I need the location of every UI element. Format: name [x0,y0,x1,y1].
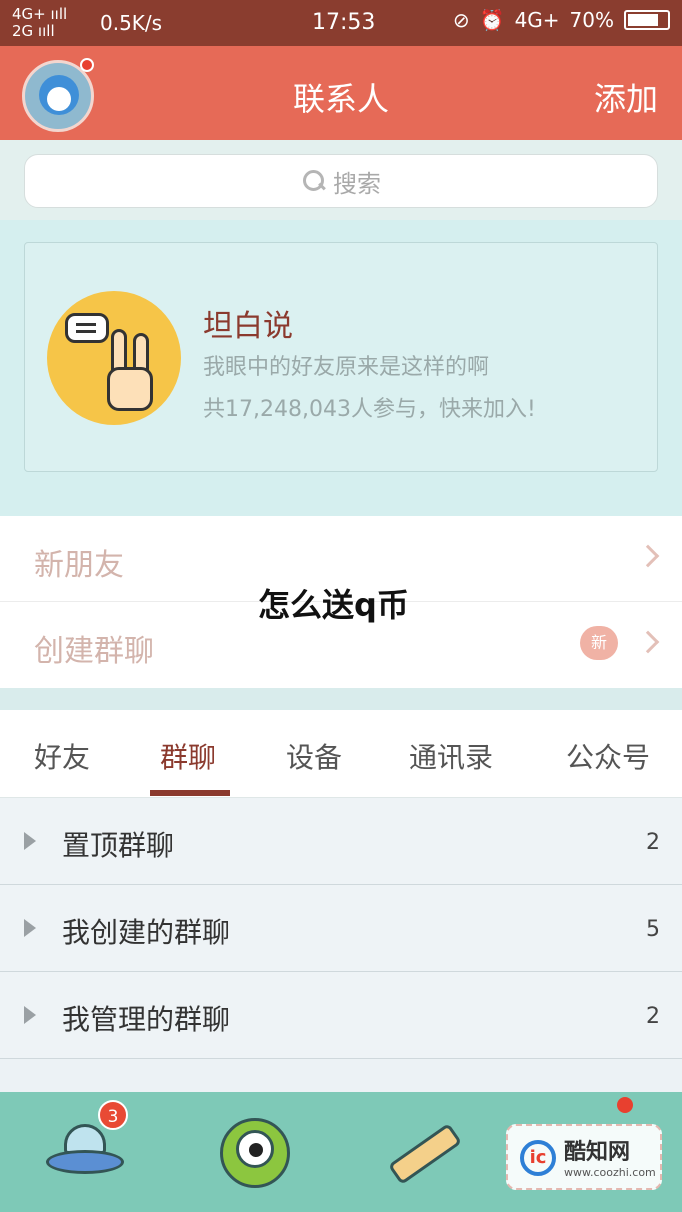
tab-devices[interactable]: 设备 [286,736,342,776]
contact-tabs: 好友 群聊 设备 通讯录 公众号 [0,710,682,798]
telescope-icon [387,1122,463,1186]
clock: 17:53 [312,10,376,35]
list-item[interactable]: 我创建的群聊 5 [0,885,682,972]
group-count: 5 [646,917,660,942]
tab-friends[interactable]: 好友 [34,736,90,776]
add-button[interactable]: 添加 [594,74,658,120]
group-category-label: 我管理的群聊 [62,1003,231,1036]
speech-bubble-icon [65,313,109,343]
group-category-label: 置顶群聊 [62,829,175,862]
active-tab-indicator [150,790,230,796]
promo-area: 坦白说 我眼中的好友原来是这样的啊 共17,248,043人参与，快来加入! [0,220,682,516]
battery-icon [624,10,670,30]
promo-subtitle: 我眼中的好友原来是这样的啊 [203,355,490,380]
confession-hand-icon [47,291,181,425]
expand-arrow-icon [24,832,36,850]
nav-discover[interactable] [380,1108,470,1198]
overlay-caption: 怎么送q币 [258,586,409,624]
status-bar: 4G+ ııll 2G ııll 0.5K/s 17:53 ⊘ ⏰ 4G+ 70… [0,0,682,46]
watermark-logo: ic [520,1140,556,1176]
list-item[interactable]: 置顶群聊 2 [0,798,682,885]
group-category-label: 我创建的群聊 [62,916,231,949]
battery-percent: 70% [569,8,614,32]
chevron-right-icon [636,630,660,654]
unread-badge: 3 [98,1100,128,1130]
app-header: 联系人 添加 [0,46,682,140]
network-top: 4G+ ııll [12,5,68,23]
nav-contacts[interactable] [210,1108,300,1198]
promo-card[interactable]: 坦白说 我眼中的好友原来是这样的啊 共17,248,043人参与，快来加入! [24,242,658,472]
list-item[interactable]: 我管理的群聊 2 [0,972,682,1059]
mute-icon: ⊘ [452,8,470,32]
watermark: ic 酷知网 www.coozhi.com [506,1124,662,1190]
alarm-icon: ⏰ [479,8,505,32]
search-input[interactable]: 搜索 [24,154,658,208]
network-speed: 0.5K/s [100,11,163,35]
right-network: 4G+ [514,8,560,32]
monster-eye [236,1130,274,1168]
notification-dot [80,58,94,72]
promo-participants: 共17,248,043人参与，快来加入! [203,397,536,422]
divider [0,688,682,710]
expand-arrow-icon [24,1006,36,1024]
nav-notification-dot [617,1097,633,1113]
group-list: 置顶群聊 2 我创建的群聊 5 我管理的群聊 2 [0,798,682,1094]
promo-title: 坦白说 [203,309,293,344]
network-bottom: 2G ııll [12,22,55,40]
search-icon [301,168,327,194]
status-right: ⊘ ⏰ 4G+ 70% [453,8,670,32]
page-title: 联系人 [292,80,389,118]
watermark-title: 酷知网 [564,1140,631,1165]
network-indicator: 4G+ ııll 2G ııll [12,6,67,40]
search-area: 搜索 [0,140,682,220]
group-count: 2 [646,1004,660,1029]
search-placeholder: 搜索 [333,169,381,198]
create-group-label: 创建群聊 [34,634,154,669]
tab-address-book[interactable]: 通讯录 [409,736,493,776]
tab-groups[interactable]: 群聊 [160,736,216,776]
group-count: 2 [646,830,660,855]
ufo-icon [46,1150,124,1174]
new-friends-label: 新朋友 [34,548,124,583]
hand-icon [105,329,155,413]
watermark-url: www.coozhi.com [564,1166,656,1179]
new-badge: 新 [580,626,618,660]
expand-arrow-icon [24,919,36,937]
tab-official-accounts[interactable]: 公众号 [566,736,650,776]
chevron-right-icon [636,544,660,568]
